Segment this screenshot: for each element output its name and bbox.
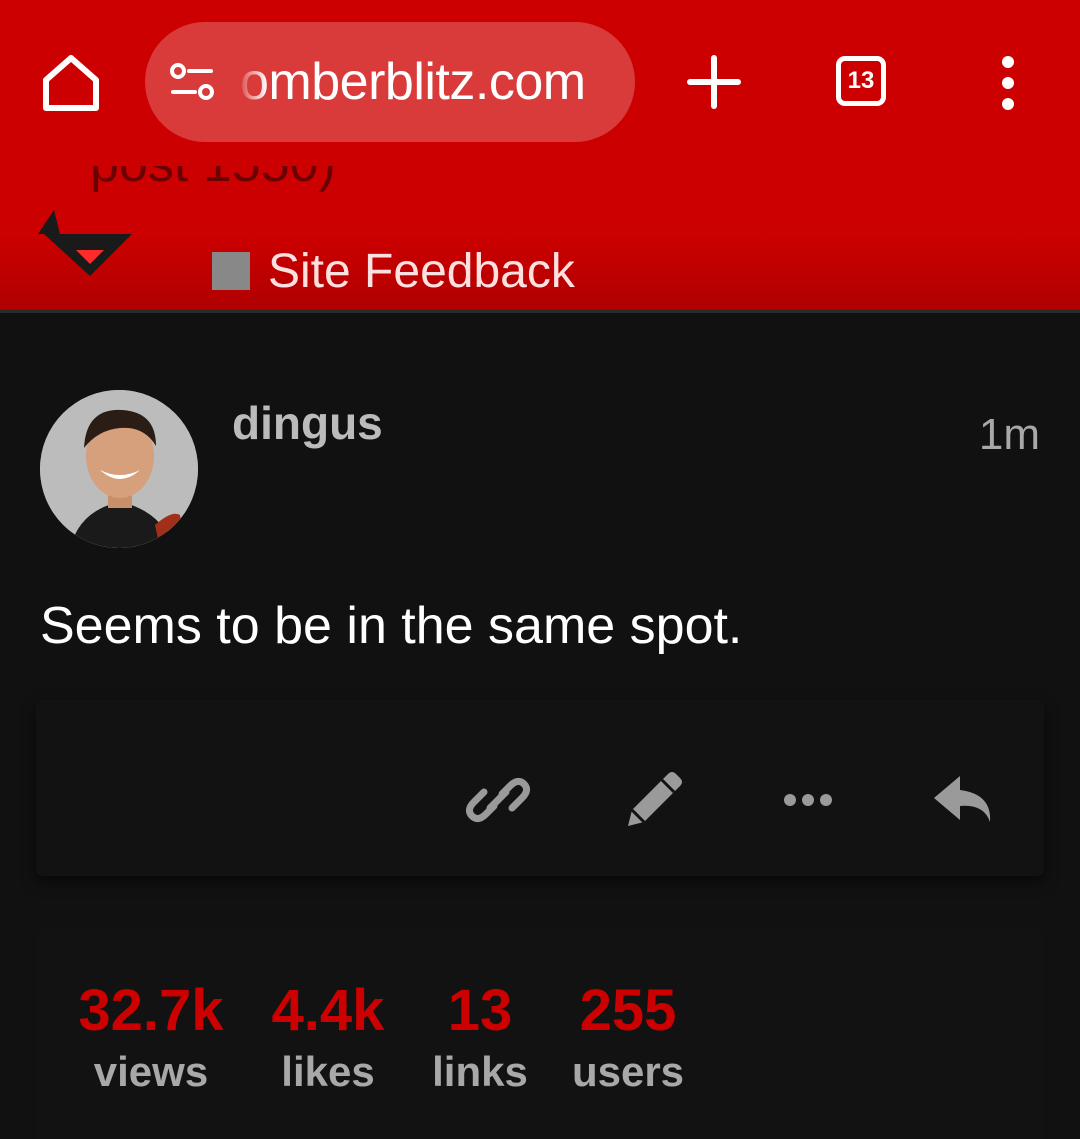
stat-value: 32.7k [78,978,224,1043]
site-header: post 1550) Site Feedback [0,166,1080,313]
stat-views: 32.7k views [76,978,226,1100]
post-body: Seems to be in the same spot. [40,597,743,655]
tab-switcher-button[interactable]: 13 [836,56,886,106]
category-name: Site Feedback [268,244,575,298]
url-text: omberblitz.com [240,53,586,111]
stat-value: 4.4k [271,978,385,1043]
home-icon[interactable] [38,50,104,116]
stat-links: 13 links [428,978,532,1100]
address-bar[interactable]: omberblitz.com [145,22,635,142]
stat-label: links [432,1048,528,1095]
stat-label: likes [281,1048,375,1095]
stat-users: 255 users [568,978,688,1100]
site-logo-icon[interactable] [38,210,138,280]
post-actions-bar [36,700,1044,876]
browser-toolbar: omberblitz.com 13 [0,0,1080,166]
avatar[interactable] [40,390,198,548]
topic-title[interactable]: post 1550) [90,166,336,192]
stat-value: 255 [579,978,677,1043]
link-icon[interactable] [458,760,538,840]
new-tab-icon[interactable] [686,54,742,110]
stat-label: views [93,1048,209,1095]
site-info-icon[interactable] [169,62,215,102]
pencil-icon[interactable] [614,760,694,840]
reply-icon[interactable] [924,760,1004,840]
category-color-square [212,252,250,290]
post-username[interactable]: dingus [232,396,383,450]
post-date[interactable]: 1m [979,410,1040,460]
stat-likes: 4.4k likes [268,978,388,1100]
stat-label: users [571,1048,685,1095]
more-menu-icon[interactable] [986,54,1030,112]
category-badge[interactable]: Site Feedback [212,244,575,298]
more-actions-icon[interactable] [768,760,848,840]
url-fade [237,46,267,118]
stat-value: 13 [447,978,513,1043]
